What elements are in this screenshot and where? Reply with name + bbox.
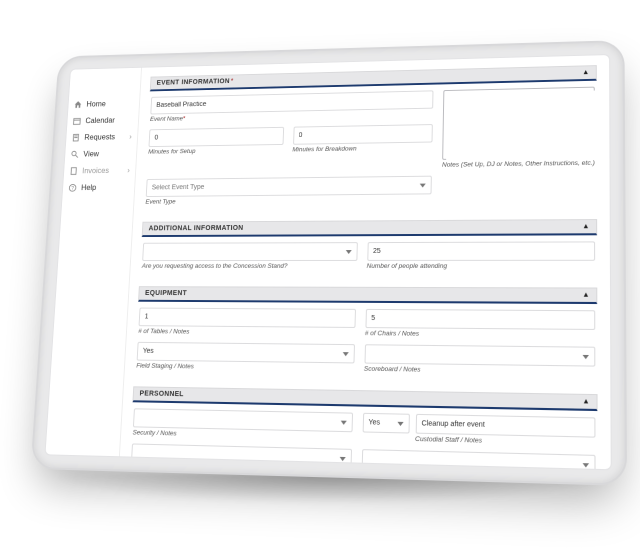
sidebar-item-invoices[interactable]: Invoices ›	[69, 166, 130, 175]
setup-minutes-input[interactable]	[149, 127, 284, 147]
sidebar-item-calendar[interactable]: Calendar	[73, 116, 133, 126]
sidebar-item-view[interactable]: View	[70, 149, 131, 158]
field-label: Event Type	[145, 196, 431, 205]
field-label: Scoreboard / Notes	[364, 366, 596, 376]
sidebar-item-label: Help	[81, 183, 97, 192]
scoreboard-select[interactable]	[364, 344, 595, 366]
chairs-input[interactable]	[365, 309, 595, 330]
field-label: Scoreboard Operator	[130, 465, 350, 470]
field-label: Notes (Set Up, DJ or Notes, Other Instru…	[442, 160, 595, 169]
chevron-right-icon: ›	[127, 166, 130, 174]
section-title: EVENT INFORMATION	[156, 78, 230, 86]
section-header[interactable]: ADDITIONAL INFORMATION ▲	[142, 219, 598, 237]
main-panel: EVENT INFORMATION * ▲	[120, 55, 611, 469]
field-label: # of Chairs / Notes	[365, 330, 596, 339]
event-type-select[interactable]	[146, 176, 432, 197]
field-label: # of Tables / Notes	[138, 328, 355, 337]
section-equipment: EQUIPMENT ▲ # of Tables / Notes	[134, 286, 598, 385]
chevron-right-icon: ›	[129, 132, 132, 140]
field-label: Custodial Staff / Notes	[415, 436, 596, 448]
staging-select[interactable]: Yes	[137, 342, 355, 364]
av-support-select[interactable]	[361, 449, 595, 469]
field-label: Minutes for Setup	[148, 147, 283, 156]
cleanup-note-input[interactable]: Cleanup after event	[415, 414, 595, 438]
sidebar-item-requests[interactable]: Requests ›	[72, 132, 132, 141]
sidebar-item-label: Calendar	[85, 116, 115, 125]
collapse-icon: ▲	[582, 398, 590, 406]
field-label: Are you requesting access to the Concess…	[142, 263, 357, 270]
security-select[interactable]	[133, 408, 353, 432]
screen: Home Calendar Requests ›	[44, 54, 611, 470]
scoreboard-operator-select[interactable]	[131, 443, 352, 468]
sidebar-item-home[interactable]: Home	[74, 99, 134, 109]
svg-text:?: ?	[71, 186, 74, 192]
field-label: Field Staging / Notes	[136, 363, 354, 373]
tablet-frame: Home Calendar Requests ›	[30, 40, 627, 486]
search-icon	[70, 150, 79, 158]
sidebar-item-help[interactable]: ? Help	[68, 183, 129, 192]
section-event-information: EVENT INFORMATION * ▲	[143, 65, 597, 214]
collapse-icon: ▲	[582, 223, 590, 230]
field-label: Minutes for Breakdown	[292, 144, 432, 153]
section-additional-information: ADDITIONAL INFORMATION ▲ Are you request…	[139, 219, 597, 279]
collapse-icon: ▲	[582, 69, 589, 76]
section-personnel: PERSONNEL ▲ Security / Notes	[128, 386, 598, 469]
tables-input[interactable]	[139, 308, 356, 328]
section-title: ADDITIONAL INFORMATION	[148, 225, 243, 232]
invoices-icon	[69, 167, 78, 175]
sidebar-item-label: Requests	[84, 133, 115, 142]
notes-textarea[interactable]	[442, 87, 595, 160]
breakdown-minutes-input[interactable]	[293, 124, 433, 145]
sidebar-item-label: Invoices	[82, 166, 109, 175]
requests-icon	[72, 133, 81, 141]
help-icon: ?	[68, 184, 77, 193]
field-label: Number of people attending	[367, 263, 596, 270]
concession-select[interactable]	[142, 242, 357, 261]
cleanup-select[interactable]: Yes	[362, 413, 409, 434]
sidebar-item-label: View	[83, 150, 99, 159]
section-title: PERSONNEL	[139, 390, 184, 398]
required-star-icon: *	[231, 78, 234, 85]
section-title: EQUIPMENT	[145, 290, 187, 297]
collapse-icon: ▲	[582, 292, 590, 299]
attendance-input[interactable]	[367, 241, 595, 261]
calendar-icon	[73, 117, 82, 125]
sidebar-item-label: Home	[86, 100, 106, 109]
home-icon	[74, 100, 83, 108]
